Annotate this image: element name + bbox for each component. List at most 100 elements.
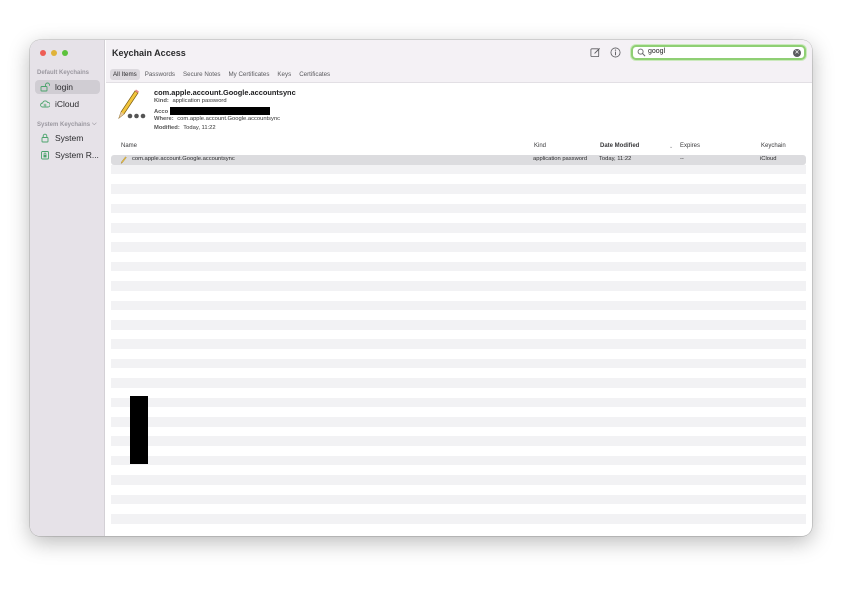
- empty-row: [111, 222, 806, 233]
- table-row[interactable]: com.apple.account.Google.accountsync appl…: [111, 155, 806, 165]
- sidebar-section-label: System Keychains: [37, 121, 91, 128]
- tab-my-certificates[interactable]: My Certificates: [226, 69, 273, 80]
- item-modified: Modified: Today, 11:22: [154, 125, 216, 131]
- empty-row: [111, 252, 806, 262]
- lock-shield-icon: [39, 150, 50, 160]
- minimize-window-button[interactable]: [51, 50, 57, 56]
- empty-row: [111, 455, 806, 466]
- empty-row: [111, 310, 806, 320]
- sidebar-item-label: iCloud: [55, 99, 80, 109]
- cell-kind: application password: [533, 156, 588, 162]
- empty-row: [111, 504, 806, 514]
- cell-name: com.apple.account.Google.accountsync: [132, 156, 235, 162]
- items-table: com.apple.account.Google.accountsync appl…: [111, 155, 806, 525]
- empty-row: [111, 319, 806, 330]
- tab-all-items[interactable]: All Items: [110, 69, 140, 80]
- where-value: com.apple.account.Google.accountsync: [177, 116, 281, 122]
- empty-row: [111, 388, 806, 398]
- empty-row: [111, 330, 806, 340]
- zoom-window-button[interactable]: [62, 50, 68, 56]
- empty-row: [111, 271, 806, 281]
- empty-row: [111, 291, 806, 301]
- redacted-account: [169, 107, 270, 115]
- item-account: Acco: [154, 107, 270, 115]
- sidebar-item-label: System R...: [55, 150, 99, 160]
- column-date-modified[interactable]: Date Modified: [600, 143, 639, 149]
- modified-value: Today, 11:22: [183, 125, 216, 131]
- sidebar-item-system[interactable]: System: [35, 131, 100, 145]
- clear-icon[interactable]: ✕: [793, 48, 801, 57]
- column-kind[interactable]: Kind: [534, 143, 546, 149]
- where-label: Where:: [154, 116, 174, 122]
- empty-row: [111, 416, 806, 427]
- cloud-icon: [39, 99, 50, 109]
- modified-label: Modified:: [154, 125, 180, 131]
- account-label: Acco: [154, 108, 169, 115]
- empty-row: [111, 300, 806, 311]
- search-field[interactable]: googl ✕: [631, 45, 806, 60]
- empty-row: [111, 397, 806, 408]
- kind-value: application password: [172, 98, 227, 104]
- column-name[interactable]: Name: [121, 143, 137, 149]
- window-controls: [40, 50, 68, 56]
- password-item-icon: [118, 89, 146, 120]
- sidebar-section-default: Default Keychains: [37, 70, 90, 76]
- empty-row: [111, 233, 806, 243]
- column-expires[interactable]: Expires: [680, 143, 700, 149]
- tab-keys[interactable]: Keys: [274, 69, 294, 80]
- lock-icon: [39, 133, 50, 143]
- sidebar-item-login[interactable]: login: [35, 80, 100, 94]
- search-icon: [637, 48, 646, 57]
- sidebar-item-label: System: [55, 133, 84, 143]
- compose-icon[interactable]: [590, 47, 601, 58]
- empty-row: [111, 164, 806, 175]
- sidebar-item-system-roots[interactable]: System R...: [35, 148, 100, 162]
- empty-row: [111, 349, 806, 359]
- item-name: com.apple.account.Google.accountsync: [154, 88, 296, 97]
- empty-row: [111, 378, 806, 388]
- keychain-window: Default Keychains login iCloud System Ke…: [30, 40, 812, 536]
- empty-row: [111, 436, 806, 446]
- chevron-down-icon: ⌵: [92, 121, 97, 127]
- redaction-block: [130, 396, 148, 464]
- empty-row: [111, 339, 806, 349]
- password-item-icon: [120, 156, 127, 164]
- empty-row: [111, 407, 806, 417]
- item-detail: com.apple.account.Google.accountsync Kin…: [106, 84, 812, 140]
- kind-label: Kind:: [154, 98, 169, 104]
- item-where: Where: com.apple.account.Google.accounts…: [154, 116, 280, 122]
- empty-row: [111, 427, 806, 437]
- empty-row: [111, 513, 806, 524]
- empty-row: [111, 485, 806, 495]
- category-tabs: All Items Passwords Secure Notes My Cert…: [106, 67, 812, 83]
- empty-row: [111, 184, 806, 194]
- tab-passwords[interactable]: Passwords: [142, 69, 178, 80]
- column-keychain[interactable]: Keychain: [761, 143, 786, 149]
- empty-row: [111, 213, 806, 223]
- empty-row: [111, 174, 806, 184]
- toolbar: Keychain Access googl ✕: [106, 40, 812, 67]
- sort-chevron-down-icon: ⌄: [669, 144, 674, 150]
- empty-row: [111, 368, 806, 378]
- lock-open-icon: [39, 82, 50, 92]
- sidebar-item-icloud[interactable]: iCloud: [35, 97, 100, 111]
- sidebar-section-system[interactable]: System Keychains ⌵: [37, 121, 97, 128]
- search-input[interactable]: googl: [648, 48, 665, 55]
- empty-row: [111, 194, 806, 204]
- empty-row: [111, 494, 806, 505]
- tab-certificates[interactable]: Certificates: [296, 69, 333, 80]
- empty-row: [111, 203, 806, 214]
- empty-row: [111, 261, 806, 272]
- table-header: Name Kind Date Modified ⌄ Expires Keycha…: [111, 141, 806, 153]
- empty-row: [111, 475, 806, 485]
- empty-row: [111, 358, 806, 369]
- info-icon[interactable]: [610, 47, 621, 58]
- close-window-button[interactable]: [40, 50, 46, 56]
- cell-expires: --: [680, 156, 684, 162]
- item-kind: Kind: application password: [154, 98, 227, 104]
- empty-row: [111, 281, 806, 291]
- empty-row: [111, 446, 806, 456]
- tab-secure-notes[interactable]: Secure Notes: [180, 69, 224, 80]
- sidebar: Default Keychains login iCloud System Ke…: [30, 40, 105, 536]
- empty-row: [111, 465, 806, 475]
